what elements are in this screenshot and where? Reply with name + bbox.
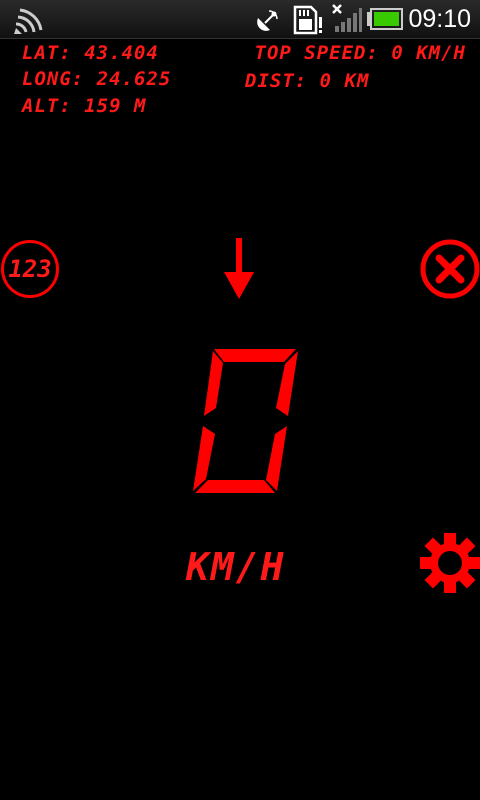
- digits-mode-label: 123: [8, 255, 52, 283]
- status-bar: 09:10: [0, 0, 480, 39]
- distance-readout: DIST: 0 KM: [245, 70, 370, 92]
- digits-mode-button[interactable]: 123: [1, 240, 59, 298]
- speed-value: 0: [246, 425, 247, 427]
- arrow-down-icon: [224, 238, 254, 299]
- gear-icon[interactable]: [419, 532, 480, 594]
- longitude-readout: LONG: 24.625: [22, 68, 172, 90]
- signal-bars-icon: [332, 4, 362, 32]
- speed-digit: 0: [193, 349, 298, 493]
- top-speed-readout: TOP SPEED: 0 KM/H: [254, 42, 466, 64]
- signal-sweep-icon: [14, 8, 43, 34]
- sd-card-icon: [293, 5, 322, 35]
- close-icon[interactable]: [420, 239, 480, 299]
- battery-icon: [367, 8, 403, 30]
- speed-unit-label: KM/H: [186, 545, 286, 589]
- altitude-readout: ALT: 159 M: [22, 95, 147, 117]
- latitude-readout: LAT: 43.404: [22, 42, 159, 64]
- status-time: 09:10: [408, 5, 471, 33]
- satellite-dish-icon: [257, 10, 278, 31]
